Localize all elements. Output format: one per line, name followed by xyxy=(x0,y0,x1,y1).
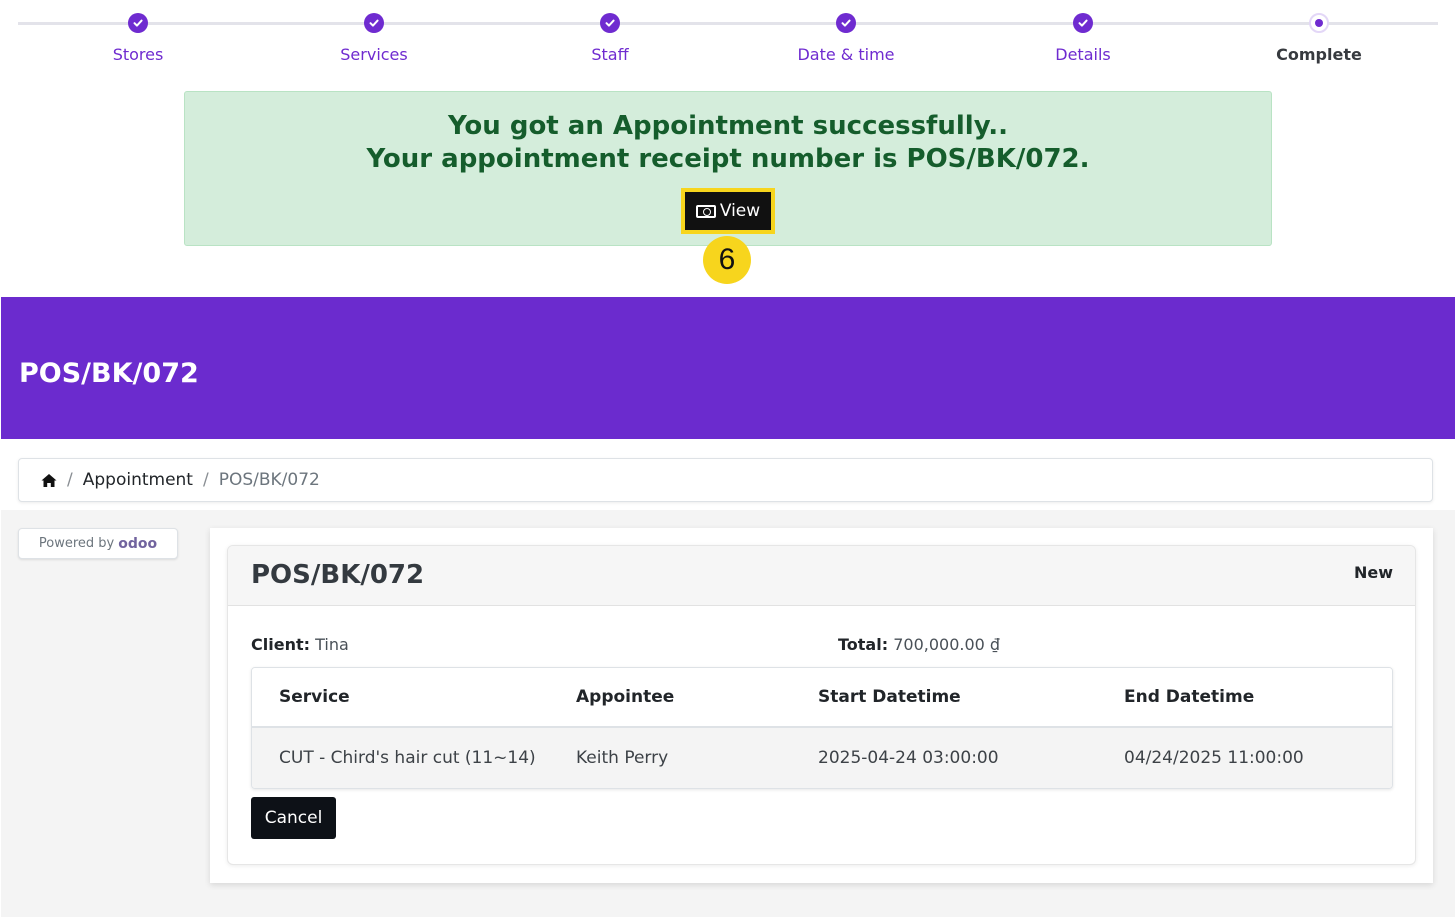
money-bill-icon xyxy=(695,204,716,218)
appointment-title: POS/BK/072 xyxy=(251,560,425,590)
start-datetime-cell: 2025-04-24 03:00:00 xyxy=(818,748,999,768)
cancel-button[interactable]: Cancel xyxy=(251,797,336,839)
step-stores[interactable]: Stores xyxy=(58,13,218,64)
total-info: Total: 700,000.00 ₫ xyxy=(838,635,1000,654)
appointment-panel: POS/BK/072 New Client: Tina Total: 700,0… xyxy=(210,528,1433,883)
breadcrumb-separator: / xyxy=(67,470,73,490)
odoo-logo: odoo xyxy=(118,535,158,552)
appointment-lines-table: Service Appointee Start Datetime End Dat… xyxy=(251,667,1393,789)
step-staff[interactable]: Staff xyxy=(530,13,690,64)
view-button-label: View xyxy=(719,201,761,221)
step-label: Stores xyxy=(112,45,164,64)
home-icon[interactable] xyxy=(41,473,57,488)
end-datetime-cell: 04/24/2025 11:00:00 xyxy=(1124,748,1304,768)
column-header: End Datetime xyxy=(1124,687,1255,707)
check-icon xyxy=(1073,13,1093,33)
powered-by-text: Powered by xyxy=(38,536,115,551)
column-header: Service xyxy=(279,687,350,707)
breadcrumb: / Appointment / POS/BK/072 xyxy=(18,458,1433,502)
progress-stepper: Stores Services Staff Date & time Detail… xyxy=(0,0,1456,90)
card-header: POS/BK/072 New xyxy=(228,546,1415,606)
page-header: POS/BK/072 xyxy=(1,297,1455,439)
view-receipt-button[interactable]: View xyxy=(681,188,775,234)
breadcrumb-separator: / xyxy=(202,470,209,490)
powered-by-badge[interactable]: Powered by odoo xyxy=(18,528,178,559)
step-date-time[interactable]: Date & time xyxy=(766,13,926,64)
appointee-cell: Keith Perry xyxy=(576,748,669,768)
client-info: Client: Tina xyxy=(251,635,349,654)
step-label: Details xyxy=(1055,45,1111,64)
check-icon xyxy=(600,13,620,33)
step-label: Date & time xyxy=(797,45,895,64)
step-number-badge: 6 xyxy=(703,236,751,284)
step-services[interactable]: Services xyxy=(294,13,454,64)
status-badge: New xyxy=(1353,563,1393,582)
step-complete: Complete xyxy=(1239,13,1399,64)
table-header-row: Service Appointee Start Datetime End Dat… xyxy=(252,668,1392,728)
success-message: You got an Appointment successfully.. xyxy=(447,111,1009,141)
client-value: Tina xyxy=(315,635,349,654)
success-alert: You got an Appointment successfully.. Yo… xyxy=(184,91,1272,246)
check-icon xyxy=(128,13,148,33)
step-label: Complete xyxy=(1276,45,1362,64)
table-row: CUT - Chird's hair cut (11~14) Keith Per… xyxy=(252,728,1392,788)
page-title: POS/BK/072 xyxy=(19,358,199,389)
check-icon xyxy=(836,13,856,33)
check-icon xyxy=(364,13,384,33)
receipt-message: Your appointment receipt number is POS/B… xyxy=(366,144,1090,174)
breadcrumb-current: POS/BK/072 xyxy=(218,470,320,490)
step-label: Staff xyxy=(591,45,629,64)
service-cell: CUT - Chird's hair cut (11~14) xyxy=(279,748,536,768)
step-label: Services xyxy=(340,45,408,64)
breadcrumb-appointment-link[interactable]: Appointment xyxy=(83,470,193,490)
column-header: Start Datetime xyxy=(818,687,961,707)
total-label: Total: xyxy=(838,635,889,654)
appointment-card: POS/BK/072 New Client: Tina Total: 700,0… xyxy=(227,545,1416,865)
client-label: Client: xyxy=(251,635,310,654)
stepper-line xyxy=(18,22,1438,25)
step-details[interactable]: Details xyxy=(1003,13,1163,64)
column-header: Appointee xyxy=(576,687,675,707)
current-step-icon xyxy=(1309,13,1329,33)
total-value: 700,000.00 ₫ xyxy=(893,635,1001,654)
